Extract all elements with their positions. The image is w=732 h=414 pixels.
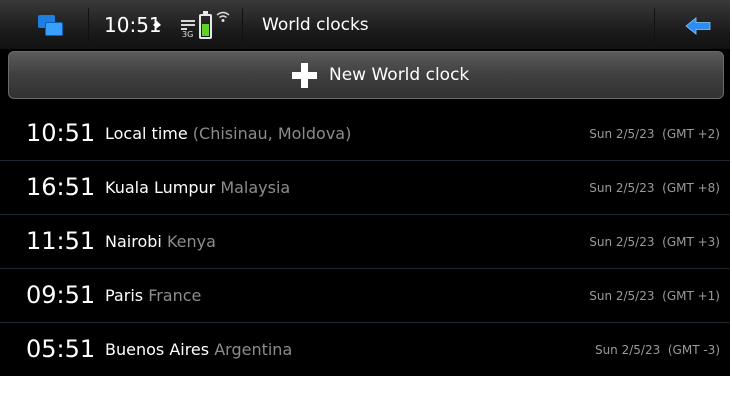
clock-time: 05:51 — [26, 335, 96, 363]
clock-offset: (GMT +3) — [662, 235, 720, 249]
plus-icon — [292, 63, 317, 88]
clock-date-value: Sun 2/5/23 — [589, 235, 655, 249]
new-world-clock-label: New World clock — [329, 65, 470, 85]
clock-row-kuala-lumpur[interactable]: 16:51 Kuala Lumpur Malaysia Sun 2/5/23 (… — [0, 161, 730, 215]
clock-row-local[interactable]: 10:51 Local time (Chisinau, Moldova) Sun… — [0, 107, 730, 161]
clock-offset: (GMT +2) — [662, 127, 720, 141]
network-label: 3G — [182, 30, 194, 39]
clock-row-nairobi[interactable]: 11:51 Nairobi Kenya Sun 2/5/23 (GMT +3) — [0, 215, 730, 269]
clock-region: Malaysia — [220, 178, 291, 197]
clock-region: Kenya — [166, 232, 216, 251]
clock-offset: (GMT -3) — [667, 343, 720, 357]
clock-city-name: Buenos Aires — [105, 340, 210, 359]
task-switcher-icon[interactable] — [38, 15, 64, 37]
clock-city-name: Nairobi — [105, 232, 162, 251]
clock-time: 10:51 — [26, 119, 96, 147]
app-surface: 10:51 3G World clocks New World clock 10… — [0, 0, 730, 376]
clock-row-paris[interactable]: 09:51 Paris France Sun 2/5/23 (GMT +1) — [0, 269, 730, 323]
clock-row-buenos-aires[interactable]: 05:51 Buenos Aires Argentina Sun 2/5/23 … — [0, 323, 730, 377]
clock-offset: (GMT +8) — [662, 181, 720, 195]
status-separator — [242, 8, 243, 42]
clock-region: (Chisinau, Moldova) — [192, 124, 352, 143]
clock-date-value: Sun 2/5/23 — [589, 289, 655, 303]
clock-city-name: Kuala Lumpur — [105, 178, 216, 197]
back-arrow-icon[interactable] — [684, 16, 712, 36]
clock-date-value: Sun 2/5/23 — [594, 343, 661, 357]
clock-region: France — [148, 286, 202, 305]
clock-date: Sun 2/5/23 (GMT +8) — [589, 181, 720, 195]
battery-icon — [199, 11, 212, 39]
clock-date-value: Sun 2/5/23 — [589, 181, 655, 195]
page-title[interactable]: World clocks — [262, 15, 369, 35]
clock-city: Local time (Chisinau, Moldova) — [105, 124, 351, 143]
clock-city: Paris France — [105, 286, 201, 305]
clock-date: Sun 2/5/23 (GMT +3) — [589, 235, 720, 249]
clock-time: 11:51 — [26, 227, 96, 255]
status-bar: 10:51 3G World clocks — [0, 0, 730, 50]
clock-time: 16:51 — [26, 173, 96, 201]
wifi-icon — [216, 11, 230, 22]
clock-date: Sun 2/5/23 (GMT -3) — [595, 343, 720, 357]
clock-date: Sun 2/5/23 (GMT +1) — [589, 289, 720, 303]
screen: 10:51 3G World clocks New World clock 10… — [0, 0, 732, 414]
clock-city: Buenos Aires Argentina — [105, 340, 292, 359]
clock-date-value: Sun 2/5/23 — [589, 127, 655, 141]
network-3g-icon: 3G — [181, 20, 197, 40]
status-separator — [654, 8, 655, 42]
clock-city: Kuala Lumpur Malaysia — [105, 178, 290, 197]
clock-offset: (GMT +1) — [662, 289, 720, 303]
clock-city-name: Paris — [105, 286, 144, 305]
clock-time: 09:51 — [26, 281, 96, 309]
clock-region: Argentina — [214, 340, 293, 359]
clock-city-name: Local time — [105, 124, 188, 143]
new-world-clock-button[interactable]: New World clock — [8, 51, 724, 99]
clock-date: Sun 2/5/23 (GMT +2) — [589, 127, 720, 141]
presence-icon — [153, 21, 161, 28]
clock-city: Nairobi Kenya — [105, 232, 216, 251]
status-separator — [88, 8, 89, 42]
